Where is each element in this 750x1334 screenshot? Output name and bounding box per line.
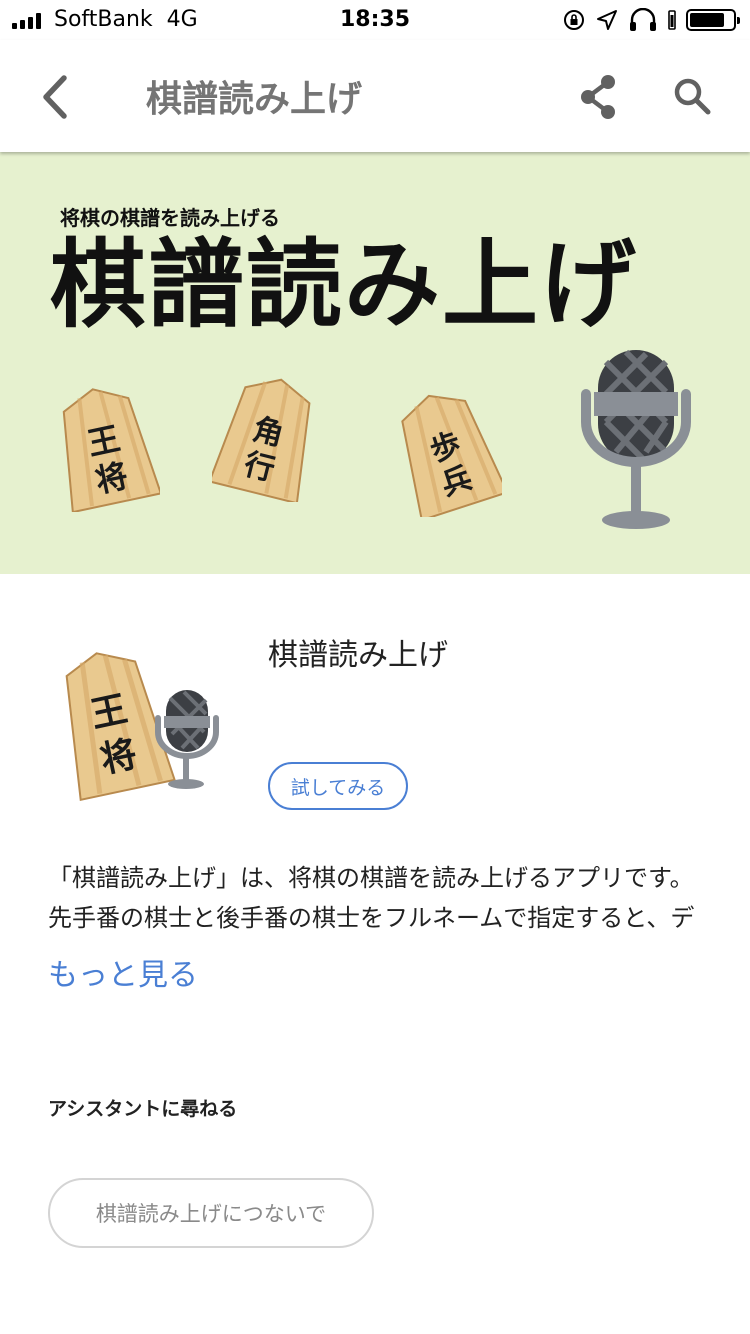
banner-title: 棋譜読み上げ: [50, 229, 638, 341]
app-name: 棋譜読み上げ: [268, 638, 448, 673]
app-icon: 王 将: [65, 652, 219, 802]
banner-subtitle: 将棋の棋譜を読み上げる: [60, 206, 280, 230]
description: 「棋譜読み上げ」は、将棋の棋譜を読み上げるアプリです。 先手番の棋士と後手番の棋…: [48, 858, 708, 938]
battery-icon: [686, 9, 740, 31]
microphone-icon: [581, 349, 691, 529]
search-button[interactable]: [668, 70, 718, 124]
try-button[interactable]: 試してみる: [268, 762, 408, 810]
app-bar: 棋譜読み上げ: [0, 40, 750, 152]
status-icons: [562, 8, 740, 32]
search-icon: [674, 78, 711, 115]
back-button[interactable]: [30, 70, 84, 124]
headphones-icon: [630, 8, 656, 31]
status-bar: SoftBank 4G 18:35: [0, 0, 750, 40]
battery-small-icon: [668, 10, 676, 30]
share-icon: [581, 75, 615, 119]
shogi-piece-hohei-icon: 歩 兵: [401, 394, 502, 517]
shogi-piece-ousho-icon: 王 将: [62, 388, 160, 512]
banner: 将棋の棋譜を読み上げる 棋譜読み上げ 王 将 角 行 歩 兵: [0, 152, 750, 574]
description-line-2: 先手番の棋士と後手番の棋士をフルネームで指定すると、デ: [48, 904, 695, 932]
more-link[interactable]: もっと見る: [48, 950, 198, 994]
back-icon: [43, 75, 67, 119]
shogi-piece-kakugyo-icon: 角 行: [212, 378, 311, 502]
rotation-lock-icon: [564, 10, 584, 30]
location-arrow-icon: [597, 10, 617, 30]
share-button[interactable]: [574, 70, 624, 124]
suggestion-chip[interactable]: 棋譜読み上げにつないで: [48, 1178, 374, 1248]
description-line-1: 「棋譜読み上げ」は、将棋の棋譜を読み上げるアプリです。: [48, 864, 694, 892]
app-bar-title: 棋譜読み上げ: [146, 79, 363, 120]
ask-assistant-heading: アシスタントに尋ねる: [48, 1098, 238, 1120]
